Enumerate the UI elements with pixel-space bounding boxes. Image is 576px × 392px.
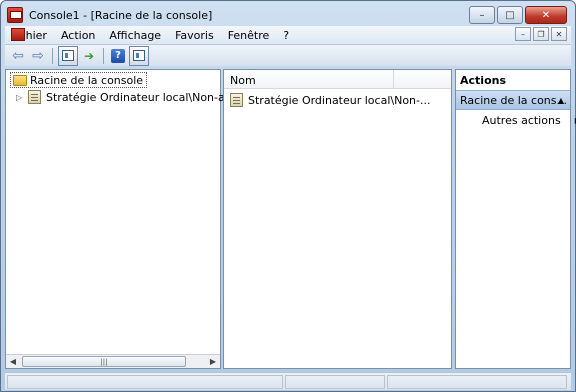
collapse-icon[interactable]: ▲ — [558, 96, 564, 105]
title-bar[interactable]: Console1 - [Racine de la console] – □ ✕ — [1, 1, 575, 29]
group-policy-icon — [230, 93, 243, 107]
menu-fenetre[interactable]: Fenêtre — [222, 29, 278, 42]
list-header: Nom — [224, 70, 451, 89]
column-header-empty[interactable] — [394, 70, 451, 88]
mdi-controls: – ❐ ✕ — [515, 27, 567, 41]
menu-action[interactable]: Action — [55, 29, 103, 42]
mmc-console-icon[interactable] — [7, 7, 23, 23]
list-item[interactable]: Stratégie Ordinateur local\Non-... — [230, 93, 430, 107]
status-bar — [5, 372, 571, 390]
folder-icon — [13, 74, 27, 86]
show-hide-action-pane-button[interactable] — [129, 45, 149, 66]
more-actions-item[interactable]: Autres actions ▶ — [482, 114, 576, 127]
tree-node-label: Racine de la console — [30, 73, 144, 87]
menu-bar: Fichier Action Affichage Favoris Fenêtre… — [5, 26, 571, 44]
help-icon: ? — [111, 48, 125, 63]
actions-pane: Actions Racine de la cons... ▲ Autres ac… — [455, 69, 576, 369]
toolbar-separator — [103, 47, 104, 64]
window-title: Console1 - [Racine de la console] — [29, 9, 213, 22]
mdi-close-button[interactable]: ✕ — [551, 27, 567, 41]
window-controls: – □ ✕ — [469, 6, 567, 24]
action-pane-icon — [133, 50, 145, 61]
toolbar: ⇦ ⇨ ➔ ? — [5, 44, 571, 66]
more-actions-label: Autres actions — [482, 114, 561, 127]
close-button[interactable]: ✕ — [525, 6, 567, 24]
help-button[interactable]: ? — [109, 47, 127, 65]
console-tree-pane[interactable]: Racine de la console ▷ Stratégie Ordinat… — [5, 69, 266, 369]
mmc-window: Console1 - [Racine de la console] – □ ✕ … — [0, 0, 576, 392]
actions-section-header[interactable]: Racine de la cons... ▲ — [456, 90, 570, 110]
actions-title: Actions — [456, 70, 570, 89]
list-item-label: Stratégie Ordinateur local\Non-... — [248, 93, 431, 107]
group-policy-icon — [28, 90, 41, 104]
show-hide-tree-button[interactable] — [58, 45, 78, 66]
mdi-restore-button[interactable]: ❐ — [533, 27, 549, 41]
status-cell — [387, 375, 567, 389]
mdi-minimize-button[interactable]: – — [515, 27, 531, 41]
back-arrow-icon[interactable]: ⇦ — [9, 47, 27, 65]
console-tree-icon — [62, 50, 74, 61]
results-pane[interactable]: Nom Stratégie Ordinateur local\Non-... — [223, 69, 452, 369]
menu-help[interactable]: ? — [277, 29, 297, 42]
horizontal-scrollbar[interactable]: ◀ ||| ▶ — [6, 354, 220, 368]
forward-arrow-icon[interactable]: ⇨ — [29, 47, 47, 65]
status-cell — [7, 375, 283, 389]
expand-arrow-icon[interactable]: ▷ — [16, 93, 28, 102]
maximize-button[interactable]: □ — [497, 6, 523, 24]
menu-favoris[interactable]: Favoris — [169, 29, 222, 42]
export-list-icon[interactable]: ➔ — [80, 47, 98, 65]
scroll-left-icon[interactable]: ◀ — [6, 355, 20, 368]
actions-section-label: Racine de la cons... — [460, 93, 567, 107]
menu-affichage[interactable]: Affichage — [103, 29, 169, 42]
scroll-right-icon[interactable]: ▶ — [206, 355, 220, 368]
minimize-button[interactable]: – — [469, 6, 495, 24]
status-cell — [285, 375, 385, 389]
tree-node-root[interactable]: Racine de la console — [10, 72, 148, 88]
column-header-nom[interactable]: Nom — [224, 70, 394, 89]
toolbar-separator — [52, 47, 53, 64]
document-icon[interactable] — [11, 28, 25, 41]
scroll-thumb[interactable]: ||| — [22, 356, 186, 367]
